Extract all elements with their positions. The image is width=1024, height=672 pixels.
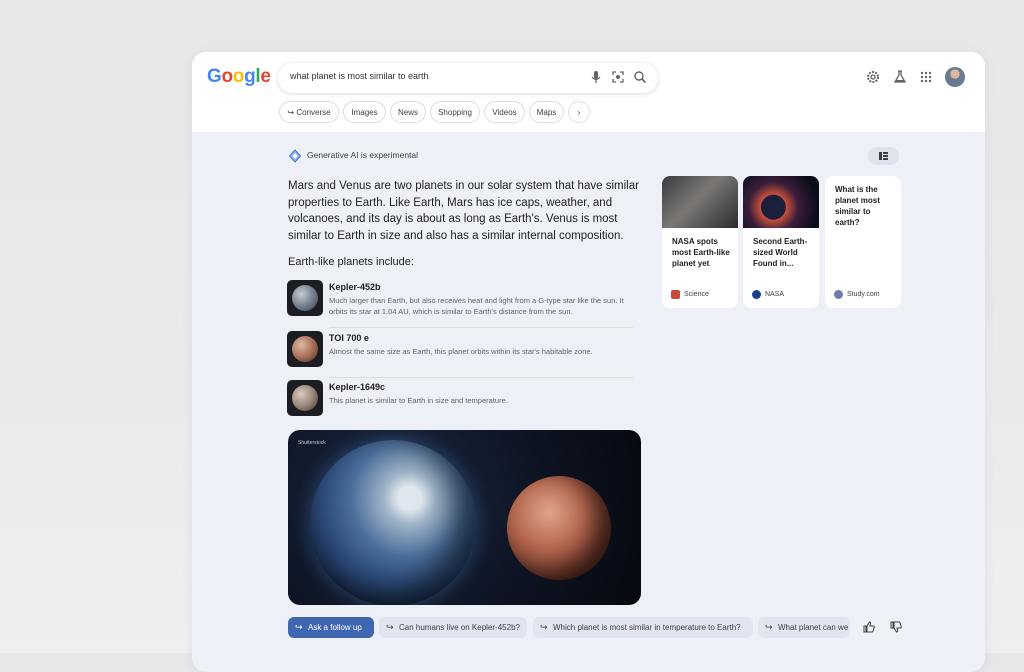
item-title: TOI 700 e <box>329 333 369 343</box>
card-source: Study.com <box>847 291 880 298</box>
list-item[interactable]: Kepler-1649c This planet is similar to E… <box>287 380 633 420</box>
item-description: Almost the same size as Earth, this plan… <box>329 347 593 356</box>
chip-shopping[interactable]: Shopping <box>430 101 480 123</box>
thumbs-up-icon[interactable] <box>862 620 876 634</box>
ai-summary: Mars and Venus are two planets in our so… <box>288 180 639 242</box>
follow-up-icon: ↪ <box>765 622 773 632</box>
browser-window: Google what planet is most similar to ea… <box>192 52 985 672</box>
lens-icon[interactable] <box>610 69 626 85</box>
mic-icon[interactable] <box>588 69 604 85</box>
card-source: NASA <box>765 291 785 298</box>
earth-like-heading: Earth-like planets include: <box>288 256 414 268</box>
divider <box>329 377 633 378</box>
ask-follow-up-button[interactable]: ↪ Ask a follow up <box>288 617 374 638</box>
earth-mars-image[interactable]: Shutterstock <box>288 430 641 605</box>
search-header: Google what planet is most similar to ea… <box>192 52 985 132</box>
source-card[interactable]: What is the planet most similar to earth… <box>825 176 901 308</box>
source-card[interactable]: NASA spots most Earth-like planet yet Sc… <box>662 176 738 308</box>
search-input[interactable]: what planet is most similar to earth <box>278 63 658 93</box>
search-query: what planet is most similar to earth <box>290 71 429 81</box>
science-favicon <box>671 290 680 299</box>
labs-icon[interactable] <box>892 69 908 85</box>
planet-thumbnail <box>287 331 323 367</box>
gear-icon[interactable] <box>865 69 881 85</box>
card-title: Second Earth-sized World Found in... <box>753 237 808 268</box>
avatar[interactable] <box>945 67 965 87</box>
chip-converse[interactable]: ↪ Converse <box>279 101 339 123</box>
earth-graphic <box>310 440 476 605</box>
layout-icon <box>879 152 888 160</box>
ai-experimental-label: Generative AI is experimental <box>307 150 419 160</box>
card-image <box>743 176 819 228</box>
follow-up-chip[interactable]: ↪ What planet can we <box>758 617 850 638</box>
divider <box>329 327 633 328</box>
layout-toggle-button[interactable] <box>868 147 899 165</box>
item-title: Kepler-452b <box>329 282 381 292</box>
card-image <box>662 176 738 228</box>
chip-videos[interactable]: Videos <box>484 101 525 123</box>
chip-maps[interactable]: Maps <box>529 101 564 123</box>
card-title: NASA spots most Earth-like planet yet <box>672 237 730 268</box>
mars-graphic <box>507 476 611 580</box>
chip-images[interactable]: Images <box>343 101 386 123</box>
nasa-favicon <box>752 290 761 299</box>
item-description: This planet is similar to Earth in size … <box>329 396 508 405</box>
chip-news[interactable]: News <box>390 101 426 123</box>
follow-up-chip[interactable]: ↪ Which planet is most similar in tempera… <box>533 617 753 638</box>
list-item[interactable]: TOI 700 e Almost the same size as Earth,… <box>287 331 633 378</box>
search-icon[interactable] <box>632 69 648 85</box>
item-title: Kepler-1649c <box>329 382 386 392</box>
follow-up-icon: ↪ <box>540 622 548 632</box>
card-source: Science <box>684 291 709 298</box>
planet-thumbnail <box>287 280 323 316</box>
card-title: What is the planet most similar to earth… <box>835 185 880 227</box>
follow-up-chip[interactable]: ↪ Can humans live on Kepler-452b? <box>379 617 527 638</box>
apps-icon[interactable] <box>918 69 934 85</box>
chevron-right-icon: › <box>577 108 581 117</box>
image-credit: Shutterstock <box>298 440 326 446</box>
converse-icon: ↪ <box>287 108 297 117</box>
google-logo[interactable]: Google <box>207 66 271 88</box>
planet-thumbnail <box>287 380 323 416</box>
sparkle-icon <box>288 149 302 163</box>
follow-up-icon: ↪ <box>295 622 303 632</box>
chips-next-button[interactable]: › <box>568 101 590 123</box>
list-item[interactable]: Kepler-452b Much larger than Earth, but … <box>287 280 633 328</box>
source-card[interactable]: Second Earth-sized World Found in... NAS… <box>743 176 819 308</box>
follow-up-icon: ↪ <box>386 622 394 632</box>
thumbs-down-icon[interactable] <box>889 620 903 634</box>
study-favicon <box>834 290 843 299</box>
item-description: Much larger than Earth, but also receive… <box>329 296 624 316</box>
